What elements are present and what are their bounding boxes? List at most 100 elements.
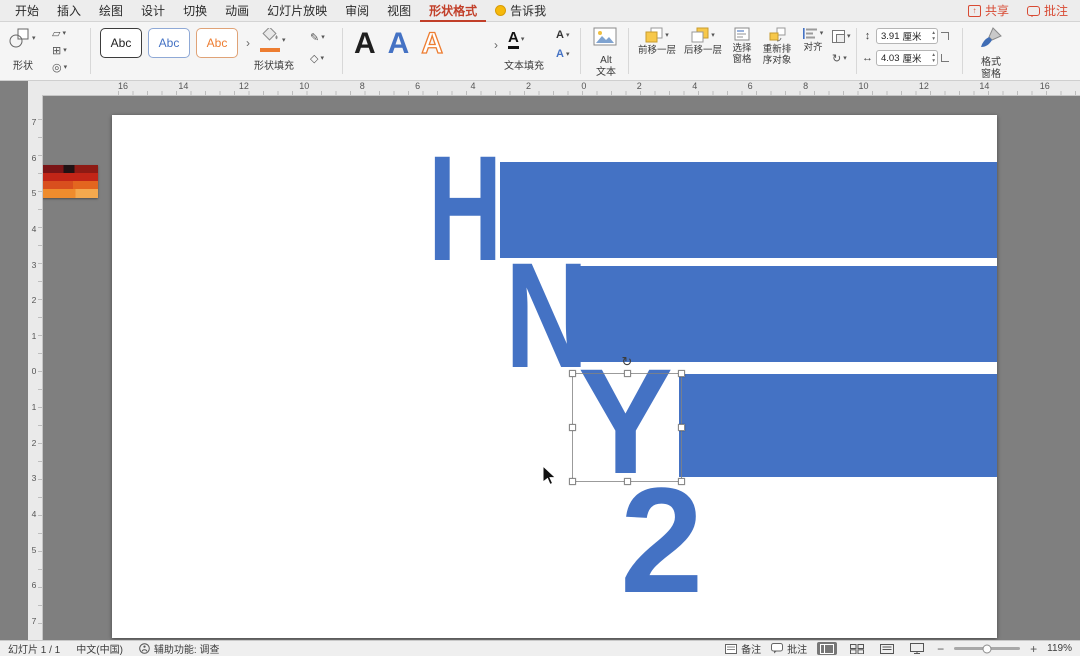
resize-handle-right[interactable] [678,424,685,431]
resize-handle-top-left[interactable] [569,370,576,377]
zoom-out-button[interactable]: − [937,642,944,656]
shape-style-preset-3[interactable]: Abc [196,28,238,58]
bring-forward-button[interactable]: ▾ 前移一层 [634,27,680,57]
text-effects-button[interactable]: A▾ [556,48,569,60]
selection-box[interactable]: ↻ [572,373,682,482]
editing-canvas[interactable]: H N Y 2 ↻ [0,95,1080,640]
align-button[interactable]: ▾ 对齐 [796,27,830,54]
alt-text-button[interactable] [593,27,617,52]
vertical-ruler-numbers: 765432101234567 [28,117,40,626]
lightbulb-icon [495,5,506,16]
reading-view-button[interactable] [877,642,897,655]
resize-handle-bottom-left[interactable] [569,478,576,485]
resize-handle-top[interactable] [624,370,631,377]
rotation-handle[interactable]: ↻ [622,354,633,370]
selection-pane-button[interactable]: 选择窗格 [726,27,758,66]
slide-letter-n[interactable]: N [505,240,588,390]
reorder-objects-button[interactable]: 重新排序对象 [758,27,796,67]
more-wordart-button[interactable]: › [494,38,498,52]
slide-letter-h[interactable]: H [428,133,502,283]
chevron-down-icon: ▾ [843,55,847,62]
accessibility-status[interactable]: 辅助功能: 调查 [139,641,220,656]
text-fill-button[interactable]: A ▾ [508,30,524,49]
ruler-number: 16 [118,81,128,91]
shape-height-icon: ↕ [862,30,873,42]
zoom-in-button[interactable]: + [1030,642,1037,656]
tab-view[interactable]: 视图 [378,0,420,22]
slideshow-button[interactable] [907,642,927,655]
shape-style-preset-1[interactable]: Abc [100,28,142,58]
shape-outline-button[interactable]: ✎▾ [310,31,325,44]
width-stepper[interactable]: ▴▾ [932,52,937,64]
send-backward-button[interactable]: ▾ 后移一层 [680,27,726,57]
ruler-number: 0 [581,81,586,91]
tab-design[interactable]: 设计 [132,0,174,22]
tab-shape-format[interactable]: 形状格式 [420,0,486,22]
tell-me-label: 告诉我 [510,2,546,19]
shape-height-input[interactable]: 3.91 厘米 ▴▾ [876,28,938,44]
text-effects-icon: A [556,48,564,60]
tab-animations[interactable]: 动画 [216,0,258,22]
vertical-ruler[interactable]: 765432101234567 [28,95,43,640]
palette-stripe [42,165,98,173]
text-outline-button[interactable]: A▾ [556,29,569,41]
ruler-number: 2 [637,81,642,91]
slide-sorter-button[interactable] [847,642,867,655]
slide-bar-y[interactable] [679,374,997,477]
zoom-level[interactable]: 119% [1047,643,1072,654]
share-label: 共享 [985,2,1009,19]
shape-fill-button[interactable]: ▾ [260,28,286,52]
group-objects-button[interactable]: ▾ [832,30,851,43]
more-styles-button[interactable]: › [246,36,250,50]
comments-label: 批注 [1044,2,1068,19]
share-button[interactable]: ↑ 共享 [968,2,1009,19]
slide-sorter-icon [850,644,864,654]
edit-shape-button[interactable]: ▱▾ [52,27,67,40]
shapes-icon [8,27,30,49]
slide-letter-2[interactable]: 2 [620,465,703,615]
normal-view-button[interactable] [817,642,837,655]
insert-shapes-group: ▾ 形状 ▱▾ ⊞▾ ◎▾ [6,23,88,79]
ruler-number: 6 [32,580,37,590]
tab-tell-me[interactable]: 告诉我 [486,0,555,22]
language-indicator[interactable]: 中文(中国) [76,641,123,656]
shape-effects-button[interactable]: ◇▾ [310,52,325,65]
wordart-preset-1[interactable]: A [354,29,376,59]
palette-stripe [42,181,98,189]
status-comments-button[interactable]: 批注 [771,641,807,656]
tab-draw[interactable]: 绘图 [90,0,132,22]
comment-icon [771,643,783,654]
wordart-preset-3[interactable]: A [421,29,443,59]
ruler-number: 3 [32,473,37,483]
notes-button[interactable]: 备注 [725,641,761,656]
shape-style-preset-2[interactable]: Abc [148,28,190,58]
tab-transitions[interactable]: 切换 [174,0,216,22]
shape-options-button[interactable]: ◎▾ [52,61,67,74]
height-stepper[interactable]: ▴▾ [932,30,937,42]
zoom-slider[interactable] [954,647,1020,650]
horizontal-ruler[interactable]: 1614121086420246810121416 [28,80,1080,96]
comments-button[interactable]: 批注 [1027,2,1068,19]
offslide-image[interactable] [42,165,98,198]
chevron-down-icon: ▾ [820,30,824,37]
ruler-number: 6 [415,81,420,91]
shape-width-input[interactable]: 4.03 厘米 ▴▾ [876,50,938,66]
resize-handle-bottom[interactable] [624,478,631,485]
tab-home[interactable]: 开始 [6,0,48,22]
insert-shape-button[interactable]: ▾ [8,27,36,49]
tab-insert[interactable]: 插入 [48,0,90,22]
resize-handle-top-right[interactable] [678,370,685,377]
tab-slideshow[interactable]: 幻灯片放映 [258,0,336,22]
wordart-preset-2[interactable]: A [388,29,410,59]
rotate-button[interactable]: ↻▾ [832,52,851,65]
merge-shapes-button[interactable]: ⊞▾ [52,44,67,57]
tab-review[interactable]: 审阅 [336,0,378,22]
format-pane-button[interactable] [979,26,1003,55]
resize-handle-left[interactable] [569,424,576,431]
resize-handle-bottom-right[interactable] [678,478,685,485]
menu-bar: 开始 插入 绘图 设计 切换 动画 幻灯片放映 审阅 视图 形状格式 告诉我 ↑… [0,0,1080,22]
ruler-number: 5 [32,545,37,555]
slide-canvas[interactable]: H N Y 2 ↻ [112,115,997,638]
chevron-down-icon: ▾ [62,30,66,37]
zoom-slider-thumb[interactable] [983,644,992,653]
